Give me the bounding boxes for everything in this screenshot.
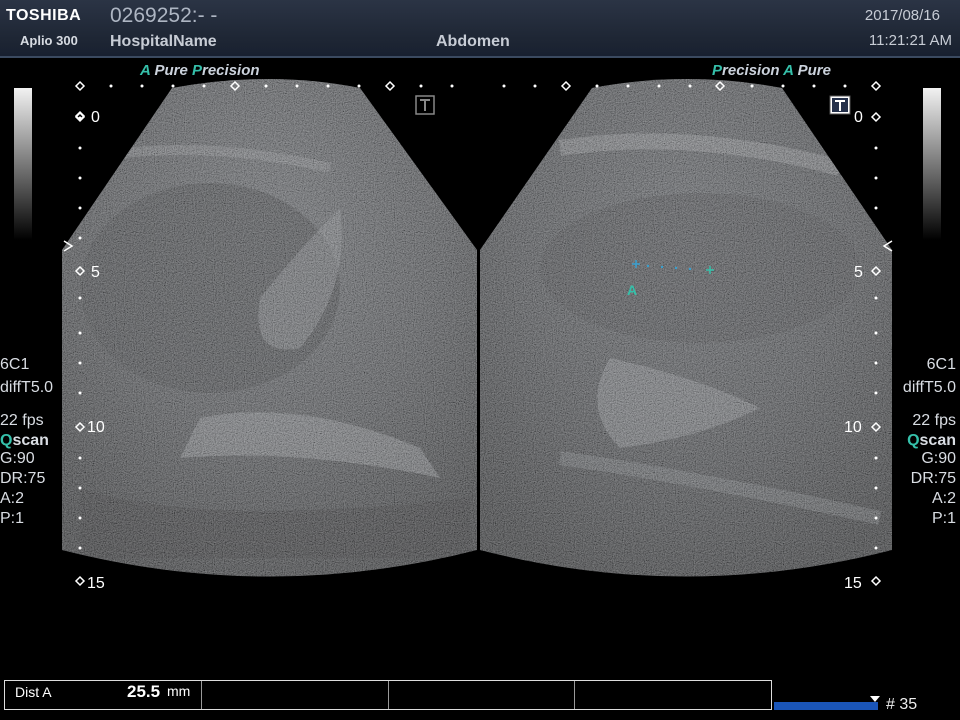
left-probe-orientation-icon	[415, 95, 435, 115]
header-bar: TOSHIBA Aplio 300 0269252:- - HospitalNa…	[0, 0, 960, 58]
brand-logo: TOSHIBA	[6, 7, 82, 24]
hospital-name: HospitalName	[110, 33, 217, 50]
right-depth-5: 5	[854, 264, 863, 281]
left-imaging-params: 6C1 diffT5.0 22 fps Qscan G:90 DR:75 A:2…	[0, 355, 53, 529]
left-dynamic-range: DR:75	[0, 470, 46, 487]
left-fps: 22 fps	[0, 412, 44, 429]
left-mode-tag: A Pure Precision	[140, 62, 260, 79]
right-grayscale-bar	[923, 88, 941, 240]
right-mode-tag: Precision A Pure	[712, 62, 831, 79]
right-depth-0: 0	[854, 109, 863, 126]
left-depth-15: 15	[87, 575, 105, 592]
left-depth-0: 0	[91, 109, 100, 126]
measurement-cell-dist-a[interactable]: Dist A 25.5 mm	[5, 681, 202, 709]
right-gain: G:90	[921, 450, 956, 467]
ultrasound-viewport[interactable]	[0, 58, 960, 618]
left-depth-10: 10	[87, 419, 105, 436]
left-grayscale-bar	[14, 88, 32, 240]
left-gain: G:90	[0, 450, 35, 467]
left-depth-5: 5	[91, 264, 100, 281]
right-depth-10: 10	[844, 419, 862, 436]
right-probe-orientation-icon	[829, 95, 851, 115]
right-dynamic-range: DR:75	[910, 470, 956, 487]
exam-time: 11:21:21 AM	[868, 32, 952, 49]
right-image-pane[interactable]	[460, 58, 920, 618]
right-depth-15: 15	[844, 575, 862, 592]
right-mode: diffT5.0	[902, 379, 956, 396]
measurement-table: Dist A 25.5 mm	[4, 680, 772, 710]
left-a: A:2	[0, 490, 25, 507]
exam-date: 2017/08/16	[864, 7, 940, 24]
right-a: A:2	[931, 490, 956, 507]
left-mode: diffT5.0	[0, 379, 54, 396]
measurement-value: 25.5	[127, 682, 161, 701]
measurement-cell-empty	[202, 681, 389, 709]
measurement-unit: mm	[167, 683, 191, 699]
left-p: P:1	[0, 510, 25, 527]
right-qscan: Qscan	[907, 432, 956, 449]
cine-progress-bar[interactable]	[774, 702, 878, 710]
right-transducer: 6C1	[926, 356, 956, 373]
left-image-pane[interactable]	[40, 58, 500, 618]
measurement-cell-empty	[575, 681, 771, 709]
system-model: Aplio 300	[20, 33, 78, 48]
patient-id: 0269252:- -	[110, 4, 218, 27]
left-transducer: 6C1	[0, 356, 30, 373]
measurement-cell-empty	[389, 681, 576, 709]
frame-number: # 35	[886, 696, 918, 713]
cine-marker-icon[interactable]	[870, 696, 880, 702]
left-qscan: Qscan	[0, 432, 49, 449]
caliper-label: A	[627, 282, 638, 298]
right-fps: 22 fps	[912, 412, 956, 429]
right-p: P:1	[931, 510, 956, 527]
right-imaging-params: 6C1 diffT5.0 22 fps Qscan G:90 DR:75 A:2…	[903, 355, 956, 529]
measurement-label: Dist A	[15, 684, 52, 700]
exam-type: Abdomen	[436, 33, 510, 50]
